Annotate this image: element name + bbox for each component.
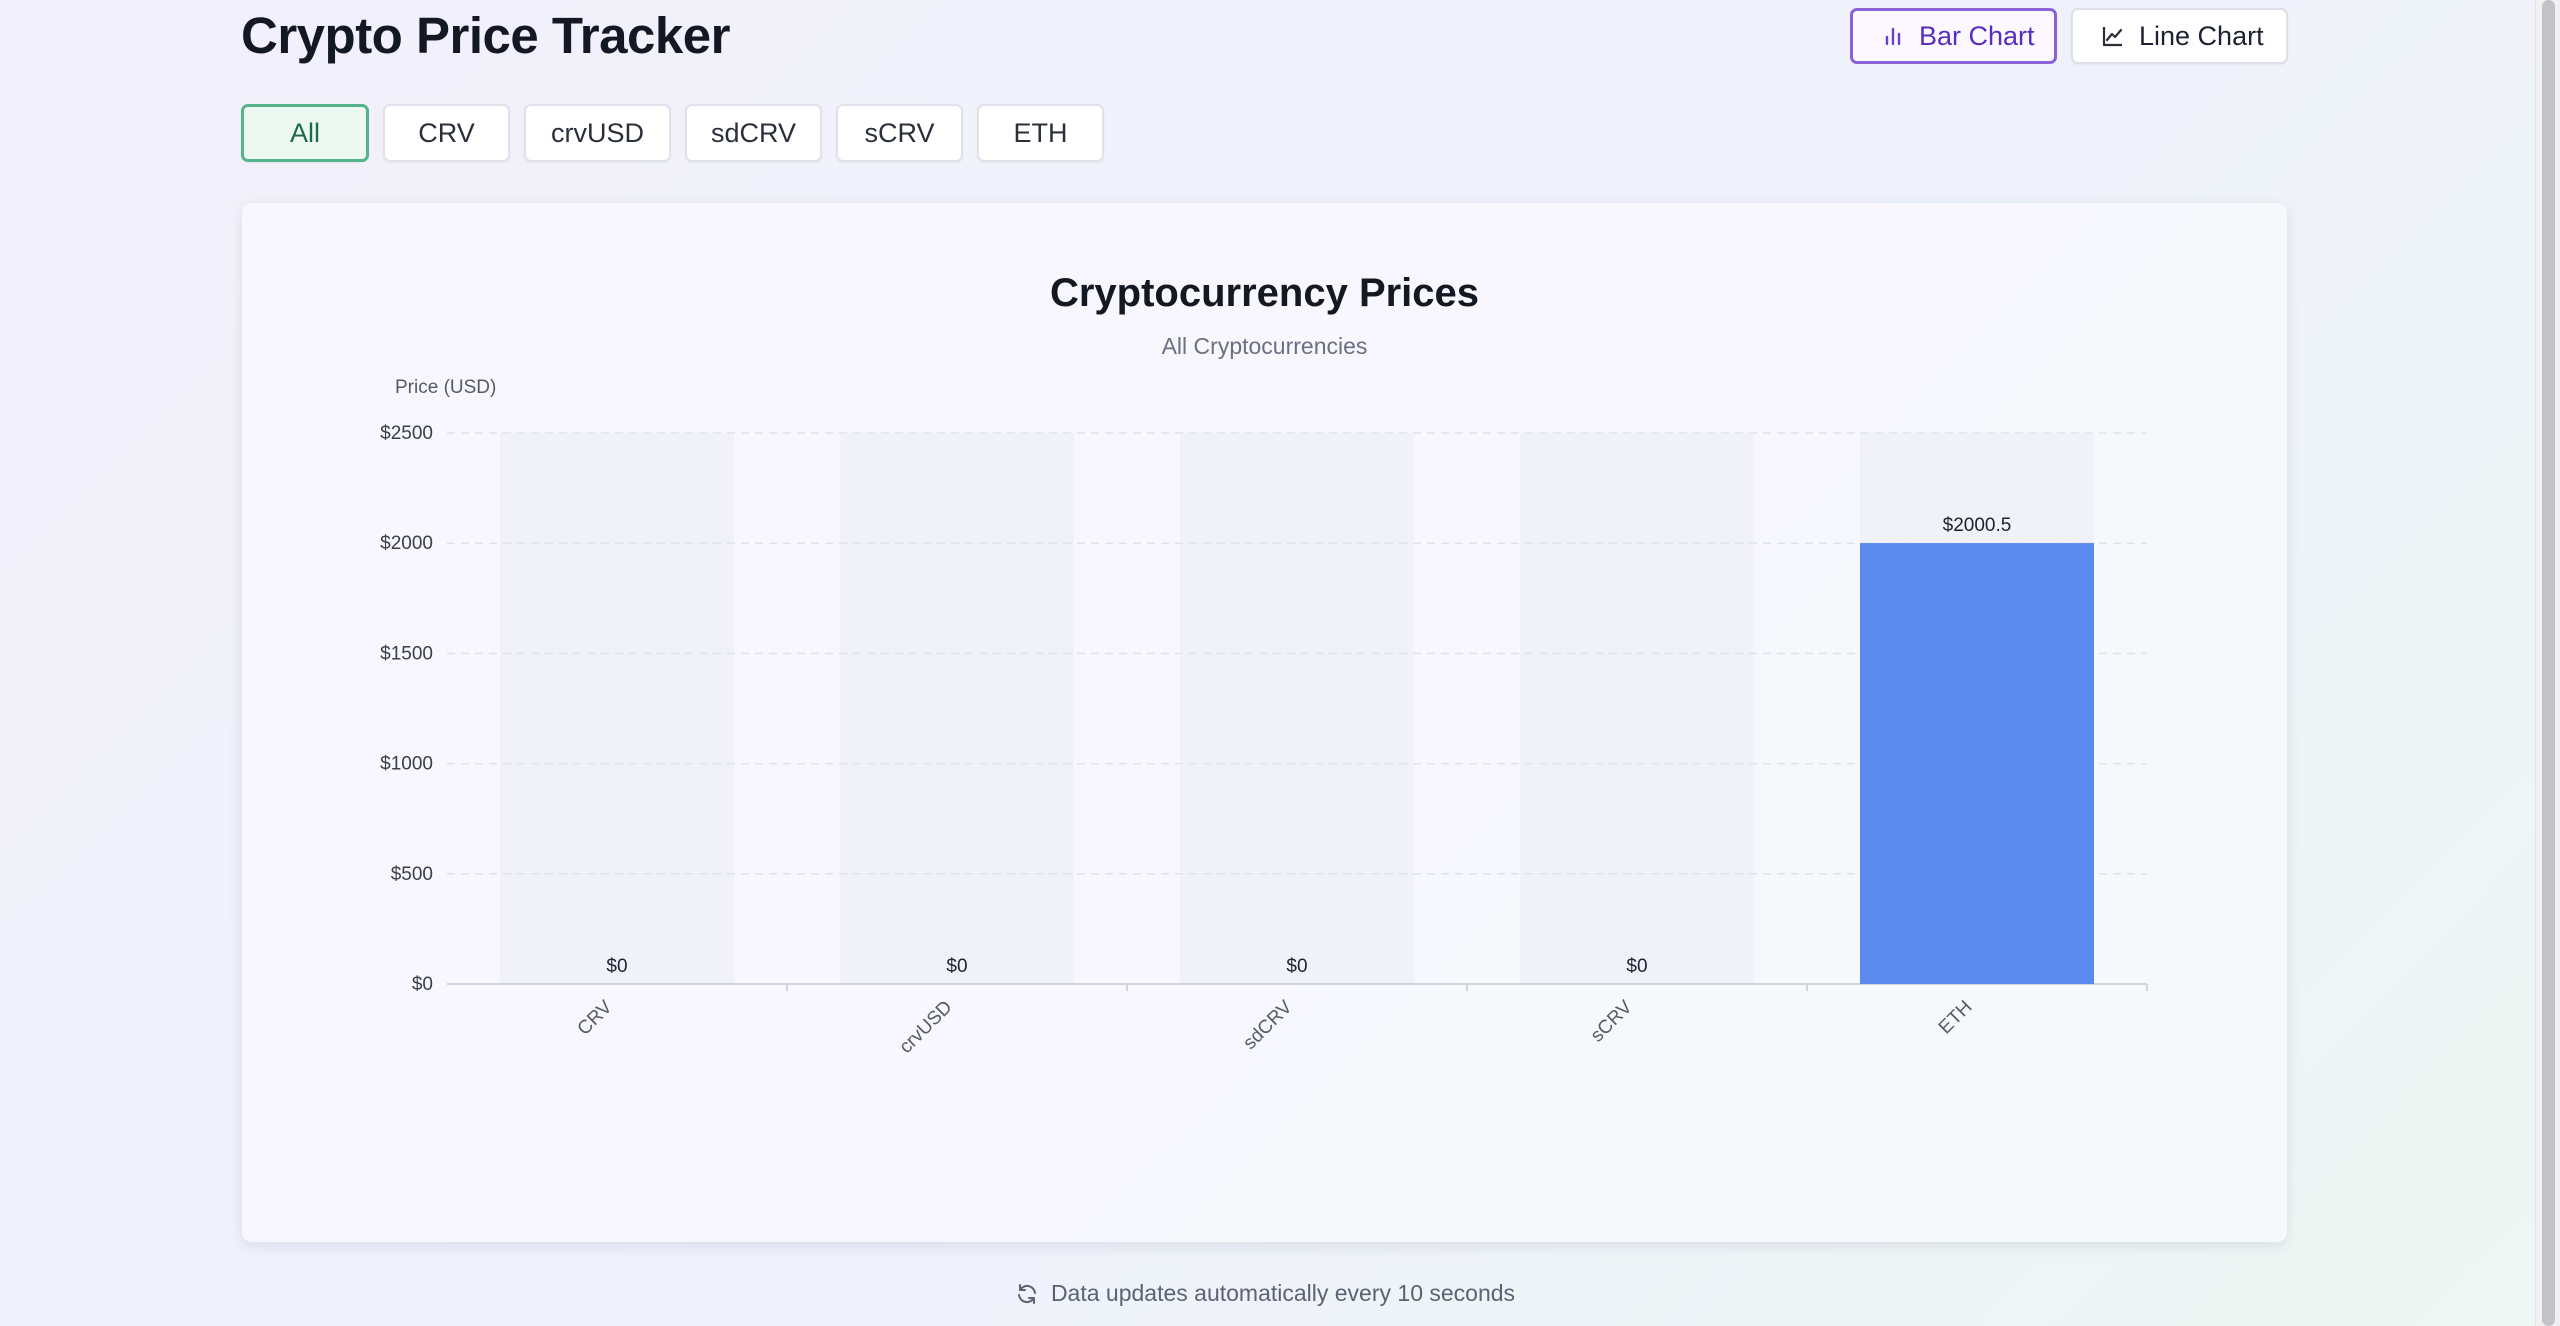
y-tick-label: $0 [412,974,433,995]
chart-card: Cryptocurrency Prices All Cryptocurrenci… [242,203,2287,1242]
update-note-text: Data updates automatically every 10 seco… [1050,1280,1516,1306]
filter-crvusd-button[interactable]: crvUSD [524,104,671,162]
y-tick-label: $2000 [380,533,433,554]
y-tick-label: $500 [391,864,433,885]
price-bar-chart: Price (USD) $0 $500 $1000 $1500 $2000 $2500 $0 C… [380,377,2148,1058]
data-label: $0 [946,956,967,977]
bar-chart-button[interactable]: Bar Chart [1850,8,2057,64]
x-tick-label: sCRV [1587,996,1637,1046]
x-tick-label: crvUSD [895,997,956,1058]
page-scrollbar[interactable] [2535,0,2560,1326]
data-label: $0 [1626,956,1647,977]
filter-all-button[interactable]: All [241,104,369,162]
y-tick-label: $1500 [380,643,433,664]
data-label: $0 [606,956,627,977]
data-label: $2000.5 [1943,515,2012,536]
y-axis-label: Price (USD) [395,377,496,398]
crypto-filter-bar: All CRV crvUSD sdCRV sCRV ETH [241,104,1118,162]
category-band [1520,433,1754,984]
bar [1860,543,2094,984]
category-band [1180,433,1414,984]
bar-chart-label: Bar Chart [1919,20,2035,51]
filter-crv-button[interactable]: CRV [383,104,510,162]
y-tick-label: $2500 [380,423,433,444]
scrollbar-thumb[interactable] [2542,0,2555,1326]
line-chart-icon [2102,27,2123,47]
data-label: $0 [1286,956,1307,977]
filter-scrv-button[interactable]: sCRV [836,104,963,162]
refresh-icon [1017,1283,1036,1304]
filter-eth-button[interactable]: ETH [977,104,1104,162]
page-title: Crypto Price Tracker [241,7,730,64]
filter-sdcrv-button[interactable]: sdCRV [685,104,822,162]
bar-chart-icon [1885,27,1901,46]
x-tick-label: sdCRV [1239,996,1296,1053]
line-chart-button[interactable]: Line Chart [2071,8,2288,64]
x-tick-label: CRV [574,996,617,1039]
y-tick-label: $1000 [380,754,433,775]
category-band [500,433,734,984]
category-band [840,433,1074,984]
line-chart-label: Line Chart [2139,20,2264,51]
update-note: Data updates automatically every 10 seco… [0,1280,2530,1307]
x-tick-label: ETH [1935,997,1977,1039]
